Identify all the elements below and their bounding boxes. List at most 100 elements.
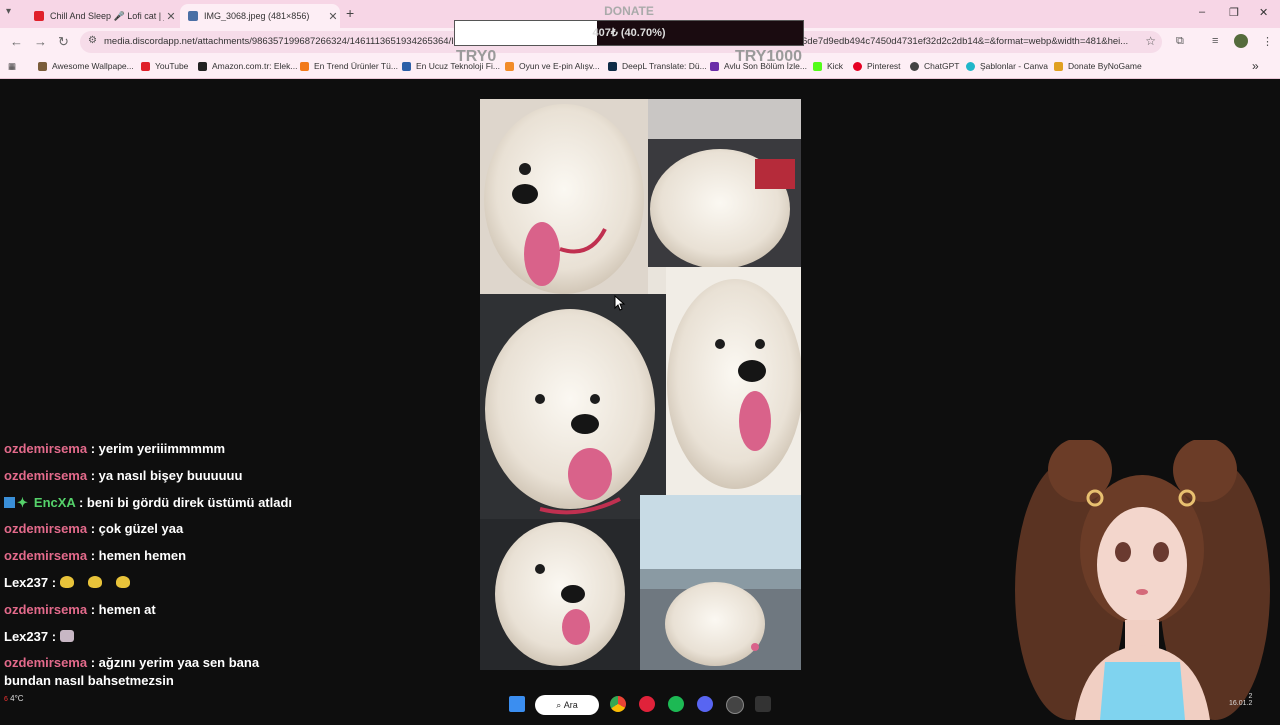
discord-icon[interactable] xyxy=(697,696,713,712)
bookmark-item[interactable]: Awesome Wallpape... xyxy=(38,61,134,71)
tab-search-icon[interactable]: ▾ xyxy=(6,6,20,20)
emote-icon xyxy=(115,575,130,588)
bookmark-icon xyxy=(38,61,47,71)
chat-text: : hemen hemen xyxy=(90,548,187,564)
app-icon[interactable] xyxy=(755,696,771,712)
chat-username: Lex237 xyxy=(4,574,49,590)
bookmark-item[interactable]: Donate ByNoGame xyxy=(1054,61,1142,71)
tab-title: Chill And Sleep 🎤 Lofi cat | ju xyxy=(50,10,164,21)
chat-text: : beni bi gördü direk üstümü atladı xyxy=(78,494,293,510)
tab-image[interactable]: IMG_3068.jpeg (481×856) ✕ xyxy=(180,4,340,28)
chat-username: ozdemirsema xyxy=(4,655,88,671)
url-text: media.discordapp.net/attachments/9863571… xyxy=(104,36,462,47)
profile-avatar[interactable] xyxy=(1234,34,1248,48)
tab-title: IMG_3068.jpeg (481×856) xyxy=(204,11,310,21)
search-label: Ara xyxy=(563,700,578,710)
mouse-cursor-icon xyxy=(614,295,626,311)
donate-min-label: TRY0 xyxy=(456,48,497,65)
spotify-icon[interactable] xyxy=(668,696,684,712)
chat-text: : çok güzel yaa xyxy=(90,521,184,537)
donate-progress-text: 407₺ (40.70%) xyxy=(592,27,666,39)
close-tab-icon[interactable]: ✕ xyxy=(326,10,340,23)
site-info-icon[interactable]: ⚙ xyxy=(88,35,97,46)
badge-icon xyxy=(4,496,15,508)
chat-text: : xyxy=(48,574,57,590)
chat-username: EncXA xyxy=(33,494,76,510)
menu-icon[interactable]: ⋮ xyxy=(1262,35,1273,48)
chat-text: : yerim yeriiimmmmm xyxy=(90,441,226,456)
forward-icon[interactable]: → xyxy=(34,34,47,49)
bookmark-star-icon[interactable]: ☆ xyxy=(1145,34,1156,48)
chat-message: ozdemirsema : çok güzel yaa xyxy=(4,520,294,538)
chrome-icon[interactable] xyxy=(610,696,626,712)
vtuber-avatar-image xyxy=(1015,438,1270,720)
media-player-icon[interactable] xyxy=(639,696,655,712)
chat-text: : xyxy=(48,628,57,644)
bookmark-item[interactable]: Pinterest xyxy=(853,61,901,71)
bookmark-item[interactable]: YouTube xyxy=(141,61,188,71)
chat-message: ozdemirsema : yerim yeriiimmmmm xyxy=(4,440,294,458)
extensions-icon[interactable]: ⧉ xyxy=(1176,35,1184,48)
close-tab-icon[interactable]: ✕ xyxy=(164,10,178,23)
weather-temp: 4°C xyxy=(10,694,24,703)
dog-collage-image xyxy=(480,99,801,670)
bookmark-item[interactable]: Şablonlar - Canva xyxy=(966,61,1048,71)
sparkle-badge-icon: ✦ xyxy=(17,494,28,510)
reload-icon[interactable]: ↻ xyxy=(58,34,69,50)
chat-message: ozdemirsema : ağzını yerim yaa sen bana … xyxy=(4,654,294,690)
clock-time: 2 xyxy=(1248,693,1253,700)
bookmark-item[interactable]: En Trend Ürünler Tü... xyxy=(300,61,398,71)
chat-username: ozdemirsema xyxy=(4,548,88,564)
emote-icon xyxy=(59,575,74,588)
apps-icon[interactable]: ▦ xyxy=(8,61,16,72)
hepsiburada-icon xyxy=(402,61,411,71)
chat-username: ozdemirsema xyxy=(4,467,88,483)
clock-date: 16.01.2 xyxy=(1229,700,1253,707)
bynogame-icon xyxy=(1054,61,1063,71)
emote-icon xyxy=(87,575,102,588)
chat-message: Lex237 : xyxy=(4,574,294,592)
new-tab-button[interactable]: + xyxy=(346,5,354,21)
kick-icon xyxy=(813,61,822,71)
donate-title: DONATE xyxy=(604,4,654,18)
chat-text: : hemen at xyxy=(90,601,156,617)
donate-max-label: TRY1000 xyxy=(735,48,802,65)
chat-username: ozdemirsema xyxy=(4,601,88,617)
media-control-icon[interactable]: ≡ xyxy=(1212,35,1218,47)
donate-widget: DONATE 407₺ (40.70%) TRY0 TRY1000 xyxy=(454,0,804,70)
stream-chat: ozdemirsema : yerim yeriiimmmmm ozdemirs… xyxy=(4,440,294,699)
windows-start-icon[interactable] xyxy=(509,696,525,712)
close-window-button[interactable]: ✕ xyxy=(1259,6,1268,19)
weather-widget[interactable]: 6 4°C xyxy=(4,694,24,703)
pinterest-icon xyxy=(853,61,862,71)
more-bookmarks-icon[interactable]: » xyxy=(1252,59,1259,73)
bookmark-item[interactable]: Kick xyxy=(813,61,843,71)
emote-icon xyxy=(59,629,74,642)
maximize-button[interactable]: ❐ xyxy=(1229,6,1239,19)
chatgpt-icon xyxy=(910,61,919,71)
trendyol-icon xyxy=(300,61,309,71)
chat-username: ozdemirsema xyxy=(4,441,88,456)
taskbar: 6 4°C ⌕ Ara 2 16.01.2 xyxy=(0,690,1280,720)
chat-message: ozdemirsema : ya nasıl bişey buuuuuu xyxy=(4,467,294,485)
taskbar-search[interactable]: ⌕ Ara xyxy=(535,695,599,715)
chat-message: ✦ EncXA : beni bi gördü direk üstümü atla… xyxy=(4,494,294,512)
donate-progress-bar: 407₺ (40.70%) xyxy=(454,20,804,46)
bookmark-item[interactable]: Amazon.com.tr: Elek... xyxy=(198,61,298,71)
app-icon[interactable] xyxy=(726,696,744,714)
chat-username: ozdemirsema xyxy=(4,521,88,537)
dog-photo-collage xyxy=(480,99,801,670)
url-text-end: 6de7d9edb494c7450d4731ef32d2c2db14&=&for… xyxy=(802,36,1129,47)
minimize-button[interactable]: – xyxy=(1199,6,1205,18)
system-clock[interactable]: 2 16.01.2 xyxy=(1229,693,1253,707)
chat-message: Lex237 : xyxy=(4,628,294,646)
chat-username: Lex237 xyxy=(4,628,49,644)
vtuber-avatar xyxy=(1005,438,1280,720)
notification-count: 6 xyxy=(4,696,8,703)
canva-icon xyxy=(966,61,975,71)
bookmark-item[interactable]: ChatGPT xyxy=(910,61,959,71)
youtube-icon xyxy=(34,11,44,21)
back-icon[interactable]: ← xyxy=(10,34,23,49)
tab-lofi[interactable]: Chill And Sleep 🎤 Lofi cat | ju ✕ xyxy=(26,4,178,28)
chat-message: ozdemirsema : hemen at xyxy=(4,601,294,619)
